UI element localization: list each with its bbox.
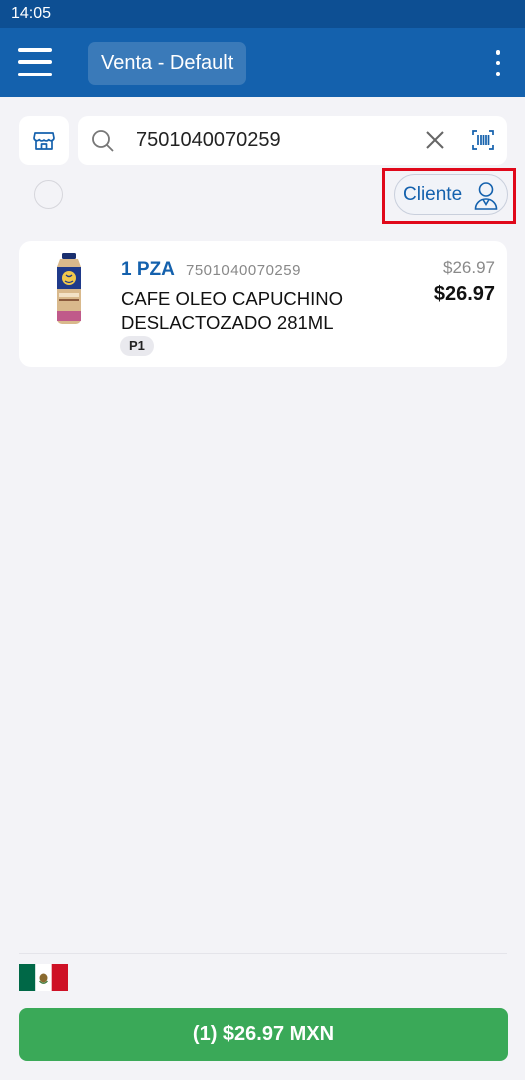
price-list-badge: P1 — [120, 336, 154, 356]
item-price: $26.97 — [433, 283, 495, 305]
cliente-button[interactable]: Cliente — [394, 174, 508, 215]
store-button[interactable] — [19, 116, 69, 165]
barcode-scan-icon[interactable] — [472, 129, 494, 151]
cart-item[interactable]: 1 PZA 7501040070259 CAFE OLEO CAPUCHINO … — [19, 241, 507, 367]
search-icon — [92, 130, 114, 152]
more-options-icon[interactable] — [494, 50, 502, 76]
close-icon[interactable] — [424, 129, 446, 151]
footer-divider — [19, 953, 507, 954]
item-original-price: $26.97 — [443, 258, 495, 277]
app-bar: Venta - Default — [0, 28, 525, 97]
select-all-checkbox[interactable] — [34, 180, 63, 209]
search-box — [78, 116, 507, 165]
cliente-label: Cliente — [403, 184, 463, 205]
item-name: CAFE OLEO CAPUCHINO DESLACTOZADO 281ML — [121, 288, 344, 333]
store-icon — [33, 131, 55, 150]
status-time: 14:05 — [11, 5, 52, 22]
search-input[interactable] — [136, 116, 416, 165]
product-image — [57, 253, 81, 324]
status-bar: 14:05 — [0, 0, 525, 28]
item-quantity: 1 PZA — [121, 259, 175, 280]
page-title[interactable]: Venta - Default — [88, 42, 247, 85]
menu-icon[interactable] — [18, 48, 52, 76]
item-sku: 7501040070259 — [186, 262, 301, 279]
mexico-flag-icon[interactable] — [19, 964, 68, 991]
pay-button[interactable]: (1) $26.97 MXN — [19, 1008, 508, 1061]
person-icon — [474, 182, 498, 210]
